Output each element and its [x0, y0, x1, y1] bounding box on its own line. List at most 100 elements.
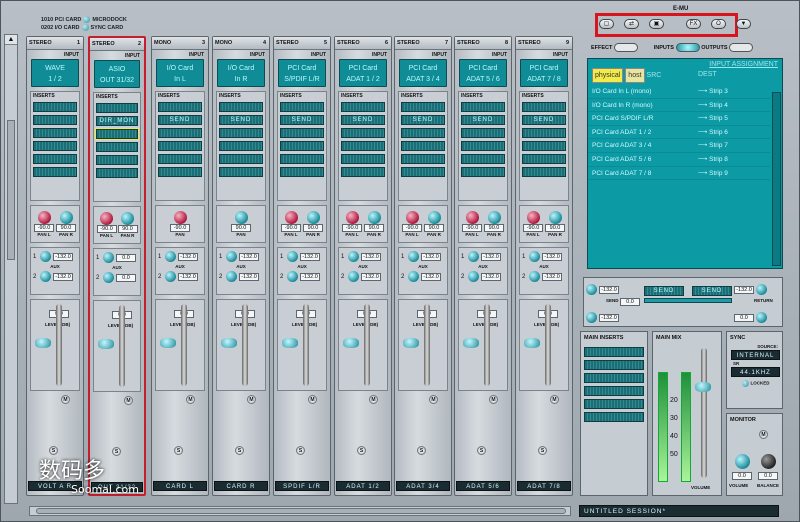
- pan-knob[interactable]: [234, 211, 248, 224]
- sample-rate-lcd[interactable]: 44.1KHZ: [731, 367, 780, 377]
- fader-track[interactable]: [364, 304, 370, 386]
- pan-knob[interactable]: [367, 211, 381, 224]
- insert-slot[interactable]: [522, 128, 566, 138]
- insert-slot[interactable]: [280, 102, 324, 112]
- pan-knob[interactable]: [548, 211, 562, 224]
- insert-slot[interactable]: [341, 102, 385, 112]
- insert-slot[interactable]: [33, 115, 77, 125]
- pan-knob[interactable]: [487, 211, 501, 224]
- input-source-lcd[interactable]: PCI Card ADAT 1 / 2: [339, 59, 387, 87]
- insert-slot[interactable]: [96, 155, 138, 165]
- monitor-mute-button[interactable]: M: [759, 430, 768, 439]
- input-source-lcd[interactable]: WAVE 1 / 2: [31, 59, 79, 87]
- insert-slot[interactable]: [522, 167, 566, 177]
- insert-slot[interactable]: [158, 128, 202, 138]
- input-source-lcd[interactable]: I/O Card In R: [217, 59, 265, 87]
- toolbar-button-icon[interactable]: ⇄: [624, 19, 639, 29]
- mute-button[interactable]: M: [429, 395, 438, 404]
- fader-track[interactable]: [424, 304, 430, 386]
- main-insert-slot[interactable]: [584, 360, 644, 370]
- input-source-lcd[interactable]: PCI Card ADAT 7 / 8: [520, 59, 568, 87]
- fader-cap[interactable]: [343, 338, 359, 348]
- solo-button[interactable]: S: [112, 447, 121, 456]
- main-insert-slot[interactable]: [584, 386, 644, 396]
- insert-slot[interactable]: [461, 141, 505, 151]
- assignment-row[interactable]: PCI Card ADAT 7 / 8 ⟶ Strip 9: [588, 167, 770, 181]
- fader-track[interactable]: [303, 304, 309, 386]
- main-insert-slot[interactable]: [584, 347, 644, 357]
- solo-button[interactable]: S: [357, 446, 366, 455]
- insert-slot[interactable]: [280, 141, 324, 151]
- insert-slot[interactable]: [33, 154, 77, 164]
- aux-knob[interactable]: [287, 251, 298, 262]
- pan-knob[interactable]: [306, 211, 320, 224]
- pan-knob[interactable]: [37, 211, 51, 224]
- mute-button[interactable]: M: [308, 395, 317, 404]
- return-l-knob[interactable]: [756, 284, 767, 295]
- insert-slot[interactable]: [461, 102, 505, 112]
- physical-tab[interactable]: physical: [592, 68, 624, 83]
- insert-slot[interactable]: [401, 154, 445, 164]
- insert-slot[interactable]: [33, 167, 77, 177]
- input-source-lcd[interactable]: PCI Card S/PDIF L/R: [278, 59, 326, 87]
- insert-slot[interactable]: [33, 128, 77, 138]
- strip-name-lcd[interactable]: CARD L: [153, 481, 207, 491]
- strip-name-lcd[interactable]: SPDIF L/R: [275, 481, 329, 491]
- insert-slot[interactable]: [341, 154, 385, 164]
- insert-slot[interactable]: [95, 128, 139, 140]
- mute-button[interactable]: M: [550, 395, 559, 404]
- aux-knob[interactable]: [408, 271, 419, 282]
- main-insert-slot[interactable]: [584, 373, 644, 383]
- aux-knob[interactable]: [165, 251, 176, 262]
- insert-slot[interactable]: [96, 168, 138, 178]
- assignment-scrollbar[interactable]: [772, 92, 781, 266]
- fader-track[interactable]: [56, 304, 62, 386]
- insert-slot[interactable]: [401, 128, 445, 138]
- strip-name-lcd[interactable]: CARD R: [214, 481, 268, 491]
- bottom-scroll-thumb[interactable]: [36, 508, 566, 514]
- toolbar-button-icon[interactable]: ▣: [649, 19, 664, 29]
- insert-slot[interactable]: [219, 154, 263, 164]
- aux-knob[interactable]: [529, 251, 540, 262]
- assignment-row[interactable]: PCI Card ADAT 1 / 2 ⟶ Strip 6: [588, 126, 770, 140]
- main-fader-cap[interactable]: [695, 382, 711, 392]
- pan-knob[interactable]: [100, 212, 113, 225]
- fader-cap[interactable]: [160, 338, 176, 348]
- solo-button[interactable]: S: [538, 446, 547, 455]
- insert-slot[interactable]: [33, 141, 77, 151]
- assignment-row[interactable]: I/O Card In L (mono) ⟶ Strip 3: [588, 85, 770, 99]
- solo-button[interactable]: S: [174, 446, 183, 455]
- fader-cap[interactable]: [403, 338, 419, 348]
- fader-cap[interactable]: [98, 339, 114, 349]
- insert-slot[interactable]: [96, 142, 138, 152]
- outputs-toggle[interactable]: [729, 43, 754, 52]
- toolbar-button-icon[interactable]: FX: [686, 19, 701, 29]
- mute-button[interactable]: M: [489, 395, 498, 404]
- insert-slot[interactable]: [158, 102, 202, 112]
- pan-knob[interactable]: [121, 212, 134, 225]
- insert-slot[interactable]: [461, 154, 505, 164]
- insert-slot[interactable]: [219, 141, 263, 151]
- strip-name-lcd[interactable]: ADAT 1/2: [336, 481, 390, 491]
- insert-slot[interactable]: [341, 141, 385, 151]
- aux-knob[interactable]: [165, 271, 176, 282]
- insert-slot[interactable]: [461, 167, 505, 177]
- solo-button[interactable]: S: [235, 446, 244, 455]
- pan-knob[interactable]: [345, 211, 359, 224]
- assignment-row[interactable]: PCI Card ADAT 3 / 4 ⟶ Strip 7: [588, 139, 770, 153]
- inputs-toggle[interactable]: [675, 43, 700, 52]
- send-r-knob[interactable]: [586, 312, 597, 323]
- mute-button[interactable]: M: [369, 395, 378, 404]
- monitor-balance-knob[interactable]: [761, 454, 776, 469]
- pan-knob[interactable]: [173, 211, 187, 224]
- insert-slot[interactable]: [461, 128, 505, 138]
- toolbar-button-icon[interactable]: O: [711, 19, 726, 29]
- fader-cap[interactable]: [282, 338, 298, 348]
- insert-slot[interactable]: [522, 141, 566, 151]
- assignment-row[interactable]: PCI Card ADAT 5 / 6 ⟶ Strip 8: [588, 153, 770, 167]
- insert-slot[interactable]: SEND: [219, 115, 263, 125]
- input-source-lcd[interactable]: PCI Card ADAT 3 / 4: [399, 59, 447, 87]
- aux-knob[interactable]: [103, 252, 114, 263]
- fader-cap[interactable]: [221, 338, 237, 348]
- aux-knob[interactable]: [529, 271, 540, 282]
